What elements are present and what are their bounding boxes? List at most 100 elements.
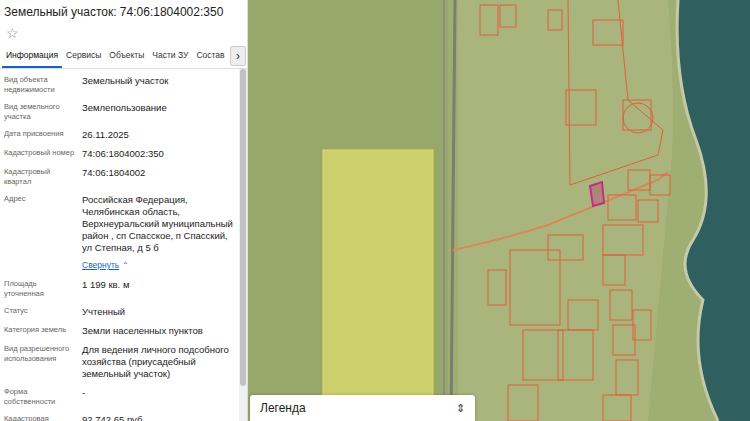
- field-value-cell: 26.11.2025: [82, 129, 237, 141]
- field-value-cell: 1 199 кв. м: [82, 279, 237, 299]
- field-row: Вид разрешенного использованияДля ведени…: [4, 344, 237, 380]
- field-row: АдресРоссийская Федерация, Челябинская о…: [4, 194, 237, 272]
- parcel: [548, 10, 562, 30]
- field-label: Площадь уточненная: [4, 279, 78, 299]
- parcel: [613, 325, 635, 355]
- parcel: [603, 395, 631, 421]
- tab[interactable]: Состав: [192, 44, 228, 68]
- parcel: [623, 100, 651, 130]
- app: Земельный участок: 74:06:1804002:350☆Инф…: [0, 0, 750, 421]
- scrollbar-thumb[interactable]: [240, 69, 246, 386]
- panel-body: Вид объекта недвижимости Земельный участо…: [0, 69, 247, 421]
- tabs-next-button[interactable]: ›: [230, 46, 246, 66]
- field-value: 26.11.2025: [82, 129, 237, 141]
- field-value-cell: 74:06:1804002:350: [82, 148, 237, 160]
- field-label: Вид разрешенного использования: [4, 344, 78, 380]
- field-value: -: [82, 387, 237, 399]
- parcel: [508, 385, 538, 421]
- road: [443, 0, 445, 421]
- field-value-cell: 74:06:1804002: [82, 167, 237, 187]
- water: [677, 0, 750, 421]
- field-row: Категория земельЗемли населенных пунктов: [4, 325, 237, 337]
- parcel: [558, 330, 593, 380]
- tab[interactable]: Объекты: [105, 44, 148, 68]
- parcel: [488, 270, 506, 305]
- parcel: [608, 195, 636, 220]
- field-row: Вид объекта недвижимости Земельный участо…: [4, 75, 237, 95]
- parcel: [480, 5, 498, 35]
- field-value-cell: Землепользование: [82, 102, 237, 122]
- field-label: Кадастровый квартал: [4, 167, 78, 187]
- field-value-cell: Земельный участок: [82, 75, 237, 95]
- field-value: 74:06:1804002:350: [82, 148, 237, 160]
- map[interactable]: Легенда ⇕: [248, 0, 750, 421]
- info-panel: Земельный участок: 74:06:1804002:350☆Инф…: [0, 0, 248, 421]
- tab[interactable]: Части ЗУ: [148, 44, 192, 68]
- field-label: Дата присвоения: [4, 129, 78, 141]
- field-label: Статус: [4, 306, 78, 318]
- parcel: [628, 170, 650, 190]
- field-value-cell: -: [82, 387, 237, 407]
- field-value-cell: Российская Федерация, Челябинская област…: [82, 194, 237, 272]
- parcel: [548, 235, 583, 260]
- parcel: [500, 5, 516, 27]
- field-row: Форма собственности-: [4, 387, 237, 407]
- field-row: Кадастровый номер 74:06:1804002:350: [4, 148, 237, 160]
- yellow-zone: [323, 150, 433, 395]
- favorite-star-icon[interactable]: ☆: [0, 21, 247, 44]
- field-value-cell: Для ведения личного подсобного хозяйства…: [82, 344, 237, 380]
- field-value: Российская Федерация, Челябинская област…: [82, 194, 237, 254]
- parcel: [566, 90, 596, 125]
- tab[interactable]: Сервисы: [62, 44, 105, 68]
- shore: [677, 0, 718, 421]
- scrollbar-track[interactable]: [239, 69, 247, 421]
- field-label: Вид объекта недвижимости: [4, 75, 78, 95]
- chevron-up-icon[interactable]: ⌃: [122, 261, 129, 270]
- panel-title: Земельный участок: 74:06:1804002:350: [0, 0, 247, 21]
- field-row: Статус Учтенный: [4, 306, 237, 318]
- parcel: [523, 330, 563, 380]
- field-label: Кадастровый номер: [4, 148, 78, 160]
- parcel: [593, 20, 623, 45]
- tab-bar: ИнформацияСервисыОбъектыЧасти ЗУСостав›: [0, 44, 247, 69]
- field-value-cell: Учтенный: [82, 306, 237, 318]
- field-value: Земли населенных пунктов: [82, 325, 237, 337]
- field-row: Площадь уточненная 1 199 кв. м: [4, 279, 237, 299]
- dirt-road: [453, 172, 668, 250]
- parcel: [623, 103, 653, 133]
- field-value-cell: 92 742,65 руб.: [82, 414, 237, 421]
- field-row: Кадастровая 92 742,65 руб.: [4, 414, 237, 421]
- field-value: 92 742,65 руб.: [82, 414, 237, 421]
- parcel: [610, 290, 632, 320]
- legend-dropdown[interactable]: Легенда ⇕: [250, 395, 475, 421]
- field-row: Дата присвоения 26.11.2025: [4, 129, 237, 141]
- parcel: [568, 0, 663, 185]
- railway: [451, 0, 455, 421]
- field-row: Вид земельного участка Землепользование: [4, 102, 237, 122]
- satellite-map[interactable]: [248, 0, 750, 421]
- parcel: [650, 175, 670, 195]
- field-value: 1 199 кв. м: [82, 279, 237, 291]
- field-value: Для ведения личного подсобного хозяйства…: [82, 344, 237, 380]
- legend-label[interactable]: Легенда: [260, 401, 306, 415]
- parcel: [603, 255, 625, 285]
- field-list: Вид объекта недвижимости Земельный участо…: [0, 69, 239, 421]
- parcel: [568, 300, 598, 330]
- field-value: Землепользование: [82, 102, 237, 114]
- field-value: Учтенный: [82, 306, 237, 318]
- field-row: Кадастровый квартал 74:06:1804002: [4, 167, 237, 187]
- selected-parcel: [590, 182, 604, 206]
- field-label: Кадастровая: [4, 414, 78, 421]
- tab[interactable]: Информация: [2, 44, 62, 68]
- ground: [248, 0, 750, 421]
- field-value: Земельный участок: [82, 75, 237, 87]
- field-value-cell: Земли населенных пунктов: [82, 325, 237, 337]
- parcel: [633, 310, 651, 340]
- dropdown-arrows-icon[interactable]: ⇕: [456, 402, 465, 415]
- parcel: [616, 360, 638, 395]
- collapse-link-text[interactable]: Свернуть: [82, 260, 119, 270]
- parcel: [603, 225, 643, 255]
- collapse-link[interactable]: Свернуть⌃: [82, 254, 237, 272]
- field-value: 74:06:1804002: [82, 167, 237, 179]
- field-label: Вид земельного участка: [4, 102, 78, 122]
